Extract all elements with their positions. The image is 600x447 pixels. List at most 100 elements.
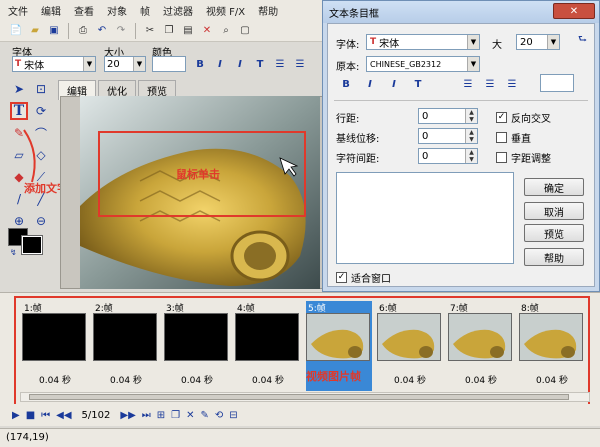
save-icon[interactable]: ▣ [46, 23, 62, 39]
dialog-text-style-button[interactable]: T [410, 76, 426, 92]
dialog-font-value: 宋体 [379, 38, 400, 50]
spinner-arrows-icon[interactable]: ▲ ▼ [465, 109, 477, 123]
font-select[interactable]: T 宋体 ▼ [12, 56, 96, 72]
kerning-checkbox[interactable]: 字距调整 [496, 150, 551, 165]
timeline-scrollbar[interactable] [20, 392, 590, 402]
crop-icon[interactable]: ⊡ [32, 80, 50, 98]
chevron-down-icon[interactable]: ▼ [547, 35, 559, 49]
menu-frame[interactable]: 帧 [140, 3, 150, 18]
dialog-title: 文本条目框 [329, 8, 379, 20]
apply-icon[interactable]: ⮑ [578, 32, 587, 49]
menu-help[interactable]: 帮助 [258, 3, 278, 18]
next-frame-icon[interactable]: ▶▶ [120, 410, 135, 421]
ok-button[interactable]: 确定 [524, 178, 584, 196]
select-arrow-icon[interactable]: ➤ [10, 80, 28, 98]
background-color-swatch[interactable] [21, 235, 43, 255]
paste-icon[interactable]: ▤ [180, 23, 196, 39]
spinner-arrows-icon[interactable]: ▲ ▼ [465, 149, 477, 163]
chevron-down-icon[interactable]: ▼ [133, 57, 145, 71]
delete-icon[interactable]: ✕ [199, 23, 215, 39]
status-bar: (174,19) [0, 428, 600, 447]
chevron-down-icon[interactable]: ▼ [83, 57, 95, 71]
dialog-color-picker[interactable] [540, 74, 574, 92]
frame-counter: 5/102 [81, 409, 111, 421]
scrollbar-thumb[interactable] [29, 394, 569, 400]
text-tool-icon[interactable]: T [10, 102, 28, 120]
zoom-icon[interactable]: ⌕ [218, 23, 234, 39]
format-buttons: B I I T ☰ ☰ [192, 56, 308, 72]
prev-frame-icon[interactable]: ◀◀ [56, 410, 71, 421]
annotation-video-frame: 视频图片帧 [306, 370, 361, 383]
menu-edit[interactable]: 编辑 [41, 3, 61, 18]
rotate-icon[interactable]: ⟳ [32, 102, 50, 120]
size-select[interactable]: 20 ▼ [104, 56, 146, 72]
charset-value: CHINESE_GB2312 [370, 59, 442, 69]
duplicate-frame-icon[interactable]: ❐ [171, 410, 180, 421]
menu-file[interactable]: 文件 [8, 3, 28, 18]
text-entry-area[interactable] [336, 172, 514, 264]
bold-button[interactable]: B [192, 56, 208, 72]
frame-props-icon[interactable]: ✎ [201, 410, 209, 421]
swap-colors-icon[interactable]: ↯ [10, 248, 17, 257]
print-icon[interactable]: ⎙ [75, 23, 91, 39]
text-style-button[interactable]: T [252, 56, 268, 72]
delete-frame-icon[interactable]: ✕ [186, 410, 194, 421]
dialog-size-select[interactable]: 20 ▼ [516, 34, 560, 50]
dialog-italic-button[interactable]: I [362, 76, 378, 92]
cut-icon[interactable]: ✂ [142, 23, 158, 39]
char-spacing-spinner[interactable]: 0 ▲ ▼ [418, 148, 478, 164]
frame-icon[interactable]: ▢ [237, 23, 253, 39]
redo-icon[interactable]: ↷ [113, 23, 129, 39]
preview-button[interactable]: 预览 [524, 224, 584, 242]
stop-icon[interactable]: ■ [26, 410, 35, 421]
fit-window-checkbox[interactable]: ✓ 适合窗口 [336, 270, 391, 285]
baseline-spinner[interactable]: 0 ▲ ▼ [418, 128, 478, 144]
align-left-icon[interactable]: ☰ [272, 56, 288, 72]
align-center-icon[interactable]: ☰ [482, 76, 498, 92]
copy-icon[interactable]: ❐ [161, 23, 177, 39]
spinner-arrows-icon[interactable]: ▲ ▼ [465, 129, 477, 143]
dialog-italic-alt-button[interactable]: I [386, 76, 402, 92]
dialog-body: 字体: T 宋体 ▼ 大 20 ▼ ⮑ 原本: CHINESE_GB2312 ▼… [327, 23, 595, 287]
line-spacing-spinner[interactable]: 0 ▲ ▼ [418, 108, 478, 124]
size-value: 20 [107, 58, 120, 70]
annotation-mouse-click: 鼠标单击 [176, 168, 220, 181]
annotation-arrow [23, 129, 36, 183]
open-folder-icon[interactable]: ▰ [27, 23, 43, 39]
checkbox-icon [496, 132, 507, 143]
charset-select[interactable]: CHINESE_GB2312 ▼ [366, 56, 480, 72]
align-left-icon[interactable]: ☰ [460, 76, 476, 92]
align-right-icon[interactable]: ☰ [504, 76, 520, 92]
vertical-checkbox[interactable]: 垂直 [496, 130, 531, 145]
italic-button[interactable]: I [212, 56, 228, 72]
color-swatches: ↯ [8, 228, 52, 257]
fit-window-label: 适合窗口 [351, 274, 391, 285]
add-frame-icon[interactable]: ⊞ [157, 410, 165, 421]
menu-filter[interactable]: 过滤器 [163, 3, 193, 18]
play-icon[interactable]: ▶ [12, 410, 20, 421]
menu-video-fx[interactable]: 视频 F/X [206, 3, 245, 18]
reverse-aa-checkbox[interactable]: ✓ 反向交叉 [496, 110, 551, 125]
loop-icon[interactable]: ⟲ [215, 410, 223, 421]
close-button[interactable]: ✕ [553, 3, 595, 19]
new-file-icon[interactable]: 📄 [8, 23, 24, 39]
text-color-picker[interactable] [152, 56, 186, 72]
app-window: 文件 编辑 查看 对象 帧 过滤器 视频 F/X 帮助 📄 ▰ ▣ ⎙ ↶ ↷ … [0, 0, 600, 447]
align-center-icon[interactable]: ☰ [292, 56, 308, 72]
dialog-format-buttons: B I I T [338, 76, 426, 92]
first-frame-icon[interactable]: ⏮ [41, 410, 50, 421]
frame-settings-icon[interactable]: ⊟ [229, 410, 237, 421]
chevron-down-icon[interactable]: ▼ [467, 35, 479, 49]
dialog-bold-button[interactable]: B [338, 76, 354, 92]
dialog-font-select[interactable]: T 宋体 ▼ [366, 34, 480, 50]
last-frame-icon[interactable]: ⏭ [142, 410, 151, 421]
dialog-titlebar[interactable]: 文本条目框 ✕ [323, 1, 599, 23]
cancel-button[interactable]: 取消 [524, 202, 584, 220]
italic-alt-button[interactable]: I [232, 56, 248, 72]
help-button[interactable]: 帮助 [524, 248, 584, 266]
menu-view[interactable]: 查看 [74, 3, 94, 18]
menu-object[interactable]: 对象 [107, 3, 127, 18]
baseline-value: 0 [422, 130, 429, 142]
undo-icon[interactable]: ↶ [94, 23, 110, 39]
chevron-down-icon[interactable]: ▼ [467, 57, 479, 71]
